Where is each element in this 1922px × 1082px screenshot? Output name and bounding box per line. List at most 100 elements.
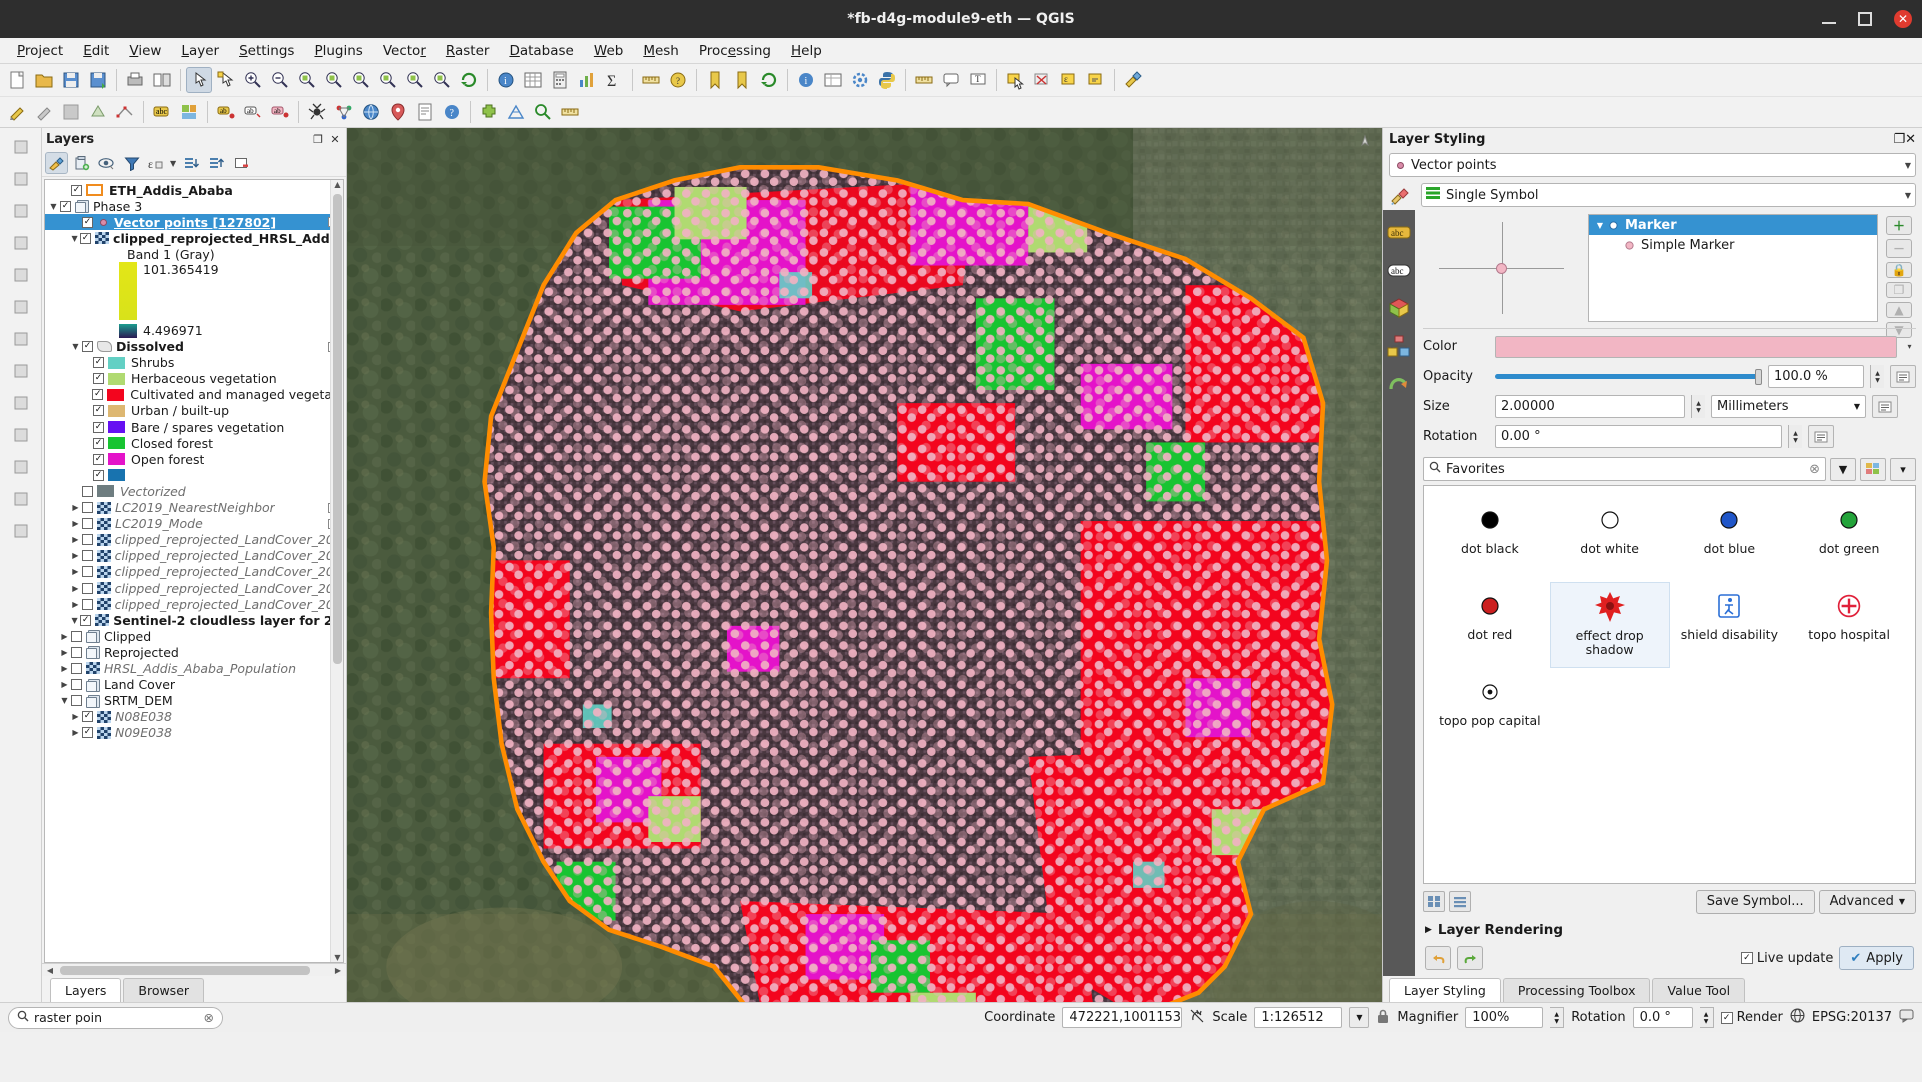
chevron-right-icon[interactable]: ▶ — [69, 535, 82, 544]
layer-visibility-checkbox[interactable]: ✓ — [93, 453, 104, 465]
right-panel-tab-value-tool[interactable]: Value Tool — [1652, 978, 1746, 1002]
render-checkbox[interactable]: ✓ Render — [1720, 1010, 1783, 1025]
layer-visibility-checkbox[interactable]: ✓ — [93, 405, 104, 417]
gallery-icon-view-button[interactable] — [1423, 891, 1445, 912]
layer-tree-row[interactable]: ▼ ✓ Phase 3 — [45, 198, 343, 214]
symbol-gallery[interactable]: dot black dot white dot blue dot green dot r… — [1423, 485, 1916, 884]
chevron-down-icon[interactable]: ▼ — [47, 202, 60, 211]
menu-item-help[interactable]: Help — [782, 39, 831, 63]
add-point-icon[interactable] — [6, 260, 36, 290]
layer-tree-row[interactable]: 101.365419 — [45, 262, 343, 321]
color-dropdown-icon[interactable]: ▾ — [1903, 336, 1916, 358]
layer-tree-row[interactable]: ▶ clipped_reprojected_LandCover_2018 — [45, 548, 343, 564]
field-calculator-icon[interactable] — [547, 67, 573, 93]
layer-tree-row[interactable]: ✓ Urban / built-up — [45, 403, 343, 419]
rotation-data-defined-button[interactable] — [1808, 425, 1834, 448]
chevron-right-icon[interactable]: ▶ — [69, 567, 82, 576]
layer-tree-row[interactable]: Band 1 (Gray) — [45, 246, 343, 262]
text-annotation-icon[interactable]: T — [965, 67, 991, 93]
layer-visibility-checkbox[interactable] — [82, 518, 93, 530]
live-update-checkbox[interactable]: ✓ Live update — [1740, 951, 1833, 966]
coordinate-capture-icon[interactable] — [1189, 1008, 1205, 1028]
opacity-value-field[interactable]: 100.0 % — [1768, 365, 1864, 388]
layer-visibility-checkbox[interactable] — [81, 550, 93, 562]
refresh-icon[interactable] — [456, 67, 482, 93]
node-tool-icon[interactable] — [6, 164, 36, 194]
map-canvas[interactable] — [347, 128, 1382, 1002]
clear-locator-icon[interactable]: ⊗ — [204, 1010, 214, 1025]
history-tab-icon[interactable] — [1387, 372, 1411, 396]
symbol-gallery-item[interactable]: shield disability — [1670, 582, 1790, 668]
layer-visibility-checkbox[interactable]: ✓ — [92, 389, 104, 401]
digitize-icon[interactable] — [31, 99, 57, 125]
symbol-layer-row[interactable]: Simple Marker — [1589, 235, 1877, 255]
select-features-icon[interactable] — [1002, 67, 1028, 93]
layer-tree-row[interactable]: ▶ LC2019_Mode — [45, 516, 343, 532]
help-icon[interactable]: ? — [439, 99, 465, 125]
vertex-tool-icon[interactable] — [112, 99, 138, 125]
save-project-as-icon[interactable] — [85, 67, 111, 93]
layer-selector-combo[interactable]: Vector points ▼ — [1389, 153, 1916, 177]
spider-icon[interactable] — [304, 99, 330, 125]
open-attribute-table-icon[interactable] — [520, 67, 546, 93]
move-layer-up-button[interactable]: ▲ — [1886, 302, 1912, 318]
zoom-next-icon[interactable] — [429, 67, 455, 93]
layer-tree-row[interactable]: 4.496971 — [45, 322, 343, 338]
size-unit-combo[interactable]: Millimeters ▼ — [1711, 395, 1866, 418]
reshape-icon[interactable] — [6, 356, 36, 386]
measure-line-icon[interactable] — [638, 67, 664, 93]
map-tips-icon[interactable]: ? — [665, 67, 691, 93]
magnifier-stepper[interactable]: ▲ ▼ — [1550, 1007, 1565, 1028]
3d-view-tab-icon[interactable] — [1387, 296, 1411, 320]
size-value-field[interactable]: 2.00000 — [1495, 395, 1685, 418]
symbol-gallery-item[interactable]: dot black — [1430, 496, 1550, 582]
symbol-search-input[interactable]: Favorites ⊗ — [1423, 457, 1826, 481]
menu-item-edit[interactable]: Edit — [74, 39, 118, 63]
pan-to-selection-icon[interactable] — [213, 67, 239, 93]
diagram-icon[interactable] — [176, 99, 202, 125]
symbol-gallery-item[interactable]: dot white — [1550, 496, 1670, 582]
layer-tree-row[interactable]: ✓ — [45, 467, 343, 483]
apply-button[interactable]: ✔ Apply — [1839, 946, 1914, 970]
renderer-type-combo[interactable]: Single Symbol ▼ — [1421, 183, 1916, 207]
add-line-icon[interactable] — [6, 228, 36, 258]
color-swatch-button[interactable] — [1495, 335, 1897, 358]
processing-icon[interactable] — [847, 67, 873, 93]
layer-visibility-checkbox[interactable] — [81, 582, 93, 594]
symbol-gallery-item[interactable]: topo hospital — [1789, 582, 1909, 668]
gallery-list-view-button[interactable] — [1449, 891, 1471, 912]
mesh-icon[interactable] — [503, 99, 529, 125]
print-layout-icon[interactable] — [122, 67, 148, 93]
statistical-summary-icon[interactable] — [574, 67, 600, 93]
rotation-value-field[interactable]: 0.00 ° — [1495, 425, 1782, 448]
zoom-last-icon[interactable] — [402, 67, 428, 93]
advanced-button[interactable]: Advanced ▼ — [1818, 889, 1916, 914]
opacity-data-defined-button[interactable] — [1890, 365, 1916, 388]
menu-item-database[interactable]: Database — [500, 39, 582, 63]
remove-layer-icon[interactable] — [230, 152, 253, 174]
label-show-icon[interactable]: ab — [240, 99, 266, 125]
layers-panel-close-button[interactable]: ✕ — [328, 132, 342, 146]
layer-tree-row[interactable]: ▶ clipped_reprojected_LandCover_2016 — [45, 580, 343, 596]
layer-visibility-checkbox[interactable]: ✓ — [93, 421, 104, 433]
magnifier-field[interactable]: 100% — [1465, 1007, 1544, 1028]
layer-visibility-checkbox[interactable]: ✓ — [71, 184, 82, 196]
attributes-icon[interactable] — [820, 67, 846, 93]
layer-tree-row[interactable]: ▶ clipped_reprojected_LandCover_2015 — [45, 596, 343, 612]
chevron-right-icon[interactable]: ▶ — [69, 503, 82, 512]
label-change-icon[interactable]: ab — [267, 99, 293, 125]
menu-item-processing[interactable]: Processing — [690, 39, 780, 63]
globe-icon[interactable] — [358, 99, 384, 125]
measure-icon[interactable] — [911, 67, 937, 93]
menu-item-settings[interactable]: Settings — [230, 39, 303, 63]
measure2-icon[interactable] — [557, 99, 583, 125]
rotation-field[interactable]: 0.0 ° — [1632, 1007, 1693, 1028]
crs-label[interactable]: EPSG:20137 — [1812, 1010, 1892, 1025]
filter-dropdown-caret-icon[interactable]: ▼ — [170, 159, 176, 168]
menu-item-raster[interactable]: Raster — [437, 39, 499, 63]
annotation-icon[interactable] — [938, 67, 964, 93]
maximize-button[interactable] — [1858, 12, 1872, 26]
styling-icon[interactable] — [1120, 67, 1146, 93]
layer-tree-row[interactable]: ▼✓ Sentinel-2 cloudless layer for 2019 by — [45, 612, 343, 628]
layer-visibility-checkbox[interactable] — [71, 679, 82, 691]
